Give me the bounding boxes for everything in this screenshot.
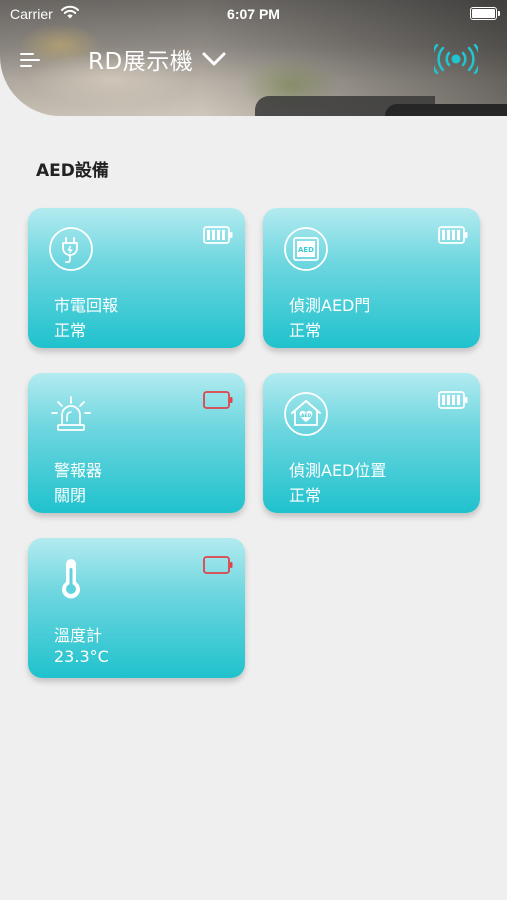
device-name: 偵測AED門 [289, 296, 371, 315]
device-name: 溫度計 [54, 626, 103, 645]
device-state: 23.3°C [54, 647, 109, 666]
device-name: 偵測AED位置 [289, 461, 387, 480]
device-state: 正常 [54, 321, 87, 340]
svg-text:AED: AED [298, 246, 314, 254]
battery-low-icon [203, 556, 233, 574]
device-name: 警報器 [54, 461, 103, 480]
power-plug-icon [49, 227, 93, 271]
device-state: 正常 [289, 486, 322, 505]
aed-location-icon: AED [284, 392, 328, 436]
battery-full-icon [438, 391, 468, 409]
site-title: RD展示機 [88, 49, 194, 75]
battery-full-icon [203, 226, 233, 244]
menu-icon[interactable] [20, 50, 42, 70]
status-battery-icon [470, 7, 500, 20]
battery-full-icon [438, 226, 468, 244]
aed-box-icon: AED [284, 227, 328, 271]
siren-icon [51, 396, 91, 431]
device-card-aed-door[interactable]: AED 偵測AED門 正常 [263, 208, 480, 348]
svg-text:AED: AED [301, 413, 312, 419]
section-title: AED設備 [36, 161, 109, 181]
device-card-thermometer[interactable]: 溫度計 23.3°C [28, 538, 245, 678]
device-state: 正常 [289, 321, 322, 340]
device-card-power[interactable]: 市電回報 正常 [28, 208, 245, 348]
device-card-siren[interactable]: 警報器 關閉 [28, 373, 245, 513]
header-photo-table-edge [385, 104, 507, 116]
broadcast-signal-icon[interactable] [434, 44, 478, 74]
site-selector[interactable]: RD展示機 [88, 42, 227, 76]
thermometer-icon [62, 559, 80, 599]
status-time: 6:07 PM [227, 6, 280, 22]
device-name: 市電回報 [54, 296, 119, 315]
battery-low-icon [203, 391, 233, 409]
status-bar: Carrier 6:07 PM [0, 0, 507, 28]
device-card-aed-location[interactable]: AED 偵測AED位置 正常 [263, 373, 480, 513]
chevron-down-icon [202, 52, 226, 66]
device-state: 關閉 [54, 486, 87, 505]
